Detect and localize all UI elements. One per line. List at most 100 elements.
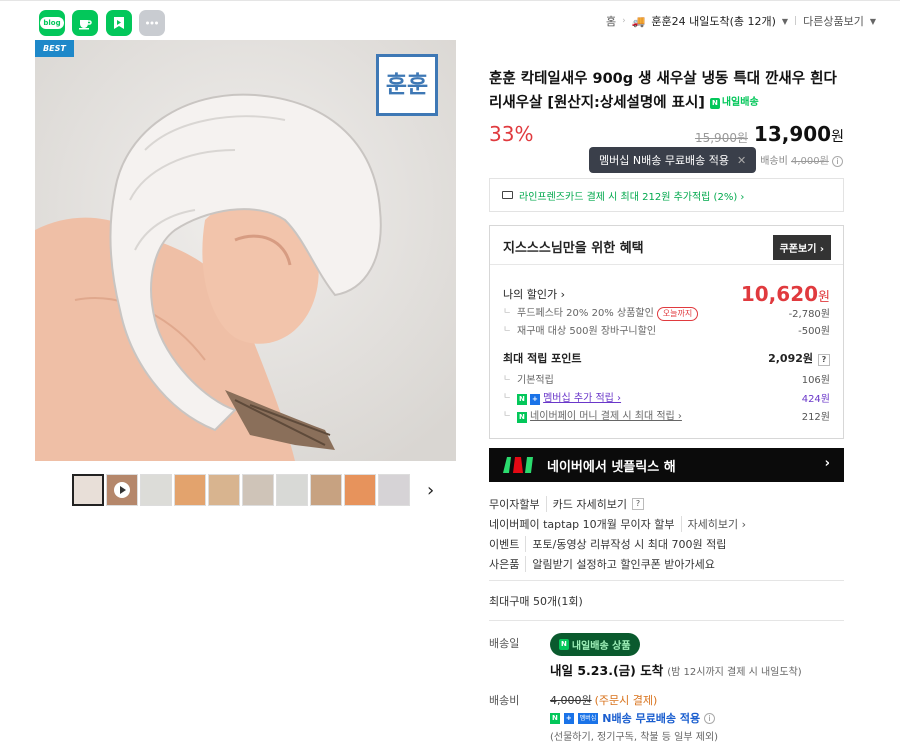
thumbnail[interactable]	[72, 474, 104, 506]
info-key: 사은품	[489, 556, 527, 572]
original-price: 15,900원	[694, 131, 748, 145]
netflix-banner[interactable]: 네이버에서 넷플릭스 해 ›	[489, 448, 844, 482]
caret-down-icon[interactable]: ▼	[870, 17, 876, 26]
shipping-exclusions: (선물하기, 정기구독, 착불 등 일부 제외)	[550, 732, 719, 742]
info-icon[interactable]: i	[832, 156, 843, 167]
free-shipping-line: N + 멤버십 N배송 무료배송 적용 i	[550, 710, 716, 726]
gift-info: 사은품 알림받기 설정하고 할인쿠폰 받아가세요	[489, 556, 715, 572]
bookmark-share-button[interactable]	[106, 10, 132, 36]
membership-icon: 멤버십	[577, 712, 599, 724]
thumbnail[interactable]	[378, 474, 410, 506]
thumbnail-next-chevron-icon[interactable]: ›	[427, 480, 434, 501]
info-key: 네이버페이 taptap 10개월 무이자 할부	[489, 518, 675, 531]
discount-rate: 33%	[489, 122, 534, 146]
card-detail-link[interactable]: 카드 자세히보기	[553, 496, 627, 512]
chevron-right-icon: ›	[824, 456, 830, 471]
points-total-value: 2,092원	[768, 352, 813, 365]
info-key: 무이자할부	[489, 496, 547, 512]
thumbnail[interactable]	[174, 474, 206, 506]
arrival-note: (밤 12시까지 결제 시 내일도착)	[667, 667, 802, 678]
thumbnail[interactable]	[276, 474, 308, 506]
thumbnail[interactable]	[242, 474, 274, 506]
thumbnail-strip	[72, 474, 410, 506]
discount-row: 푸드페스타 20% 20% 상품할인오늘까지 -2,780원	[503, 304, 830, 321]
coupon-view-button[interactable]: 쿠폰보기 ›	[772, 235, 831, 260]
help-icon[interactable]: ?	[631, 498, 644, 510]
truck-icon: 🚚	[631, 14, 646, 28]
points-item-value: 212원	[801, 411, 830, 423]
thumbnail[interactable]	[140, 474, 172, 506]
breadcrumb-home[interactable]: 홈	[606, 13, 616, 29]
more-icon	[146, 21, 158, 25]
points-total-row: 최대 적립 포인트 2,092원?	[503, 350, 830, 366]
taptap-info: 네이버페이 taptap 10개월 무이자 할부 자세히보기 ›	[489, 516, 746, 532]
shipping-fee-original: 4,000원	[550, 694, 592, 707]
shipping-fee-amount: 4,000원	[790, 156, 829, 167]
help-icon[interactable]: ?	[818, 354, 830, 366]
card-promo-text: 라인프렌즈카드 결제 시 최대 212원 추가적립 (2%) ›	[519, 191, 745, 203]
discount-label: 푸드페스타 20% 20% 상품할인	[517, 308, 654, 319]
shipping-fee-line: 4,000원 (주문시 결제)	[550, 692, 657, 708]
n-mark-icon: N	[550, 712, 560, 724]
tooltip-text: 멤버십 N배송 무료배송 적용	[599, 154, 730, 167]
membership-points-link[interactable]: 멤버십 추가 적립 ›	[543, 393, 621, 404]
my-price-label[interactable]: 나의 할인가 ›	[503, 286, 565, 302]
top-bar: blog 홈 › 🚚 훈훈24 내일도착(총 12개) ▼ | 다른상품보기 ▼	[0, 0, 900, 42]
n-mark-icon: N	[559, 639, 569, 650]
netflix-logo-icon	[499, 452, 539, 478]
thumbnail[interactable]	[344, 474, 376, 506]
points-label: 최대 적립 포인트	[503, 352, 582, 365]
discount-item: 푸드페스타 20% 20% 상품할인오늘까지	[503, 304, 699, 321]
divider	[489, 620, 844, 621]
info-icon[interactable]: i	[704, 712, 716, 724]
points-row: N + 멤버십 추가 적립 › 424원	[503, 389, 830, 405]
cafe-icon	[79, 20, 92, 30]
next-day-badge: N 내일배송 상품	[550, 633, 640, 656]
credit-card-icon	[502, 191, 513, 199]
main-product-image[interactable]: BEST 훈훈	[35, 40, 456, 461]
points-item-value: 106원	[801, 375, 830, 386]
benefit-title: 지스스스님만을 위한 혜택	[503, 241, 644, 256]
points-item-label: 기본적립	[503, 371, 554, 386]
points-row: 기본적립 106원	[503, 371, 830, 386]
plus-icon: +	[530, 394, 540, 405]
divider: |	[794, 16, 798, 26]
cafe-share-button[interactable]	[72, 10, 98, 36]
my-price-number: 10,620	[740, 282, 819, 306]
discount-value: -500원	[798, 326, 830, 337]
video-thumbnail[interactable]	[106, 474, 138, 506]
sale-price-number: 13,900	[753, 122, 832, 146]
close-icon[interactable]: ✕	[737, 154, 746, 167]
info-key: 이벤트	[489, 536, 527, 552]
next-day-label: 내일배송	[721, 97, 759, 108]
my-price-unit: 원	[818, 290, 830, 305]
event-text: 포토/동영상 리뷰작성 시 최대 700원 적립	[532, 538, 727, 551]
thumbnail[interactable]	[310, 474, 342, 506]
next-day-delivery-tag: N 내일배송	[709, 91, 759, 115]
naverpay-points-link[interactable]: 네이버페이 머니 결제 시 최대 적립 ›	[530, 411, 682, 422]
play-icon	[114, 482, 130, 498]
shipping-fee-condition: (주문시 결제)	[594, 694, 658, 707]
n-mark-icon: N	[517, 394, 527, 405]
more-share-button[interactable]	[139, 10, 165, 36]
points-item[interactable]: N 네이버페이 머니 결제 시 최대 적립 ›	[503, 407, 682, 423]
benefit-header: 지스스스님만을 위한 혜택 쿠폰보기 ›	[490, 226, 843, 265]
free-shipping-text: N배송 무료배송 적용	[602, 712, 701, 725]
divider	[489, 580, 844, 581]
arrival-main: 내일 5.23.(금) 도착	[550, 663, 664, 678]
points-item-value: 424원	[801, 393, 830, 405]
blog-share-button[interactable]: blog	[39, 10, 65, 36]
caret-down-icon[interactable]: ▼	[782, 17, 788, 26]
next-day-badge-text: 내일배송 상품	[571, 641, 631, 652]
naver-pay-icon: N	[517, 412, 527, 423]
best-badge: BEST	[35, 40, 74, 57]
thumbnail[interactable]	[208, 474, 240, 506]
detail-link[interactable]: 자세히보기 ›	[680, 516, 746, 532]
points-item[interactable]: N + 멤버십 추가 적립 ›	[503, 389, 621, 405]
brand-logo: 훈훈	[376, 54, 438, 116]
card-promo-box[interactable]: 라인프렌즈카드 결제 시 최대 212원 추가적립 (2%) ›	[489, 178, 844, 212]
discount-label: 재구매 대상 500원 장바구니할인	[503, 322, 656, 337]
breadcrumb-category[interactable]: 훈훈24 내일도착(총 12개)	[651, 13, 776, 29]
sale-price-unit: 원	[831, 129, 844, 145]
other-products-link[interactable]: 다른상품보기	[803, 13, 864, 29]
